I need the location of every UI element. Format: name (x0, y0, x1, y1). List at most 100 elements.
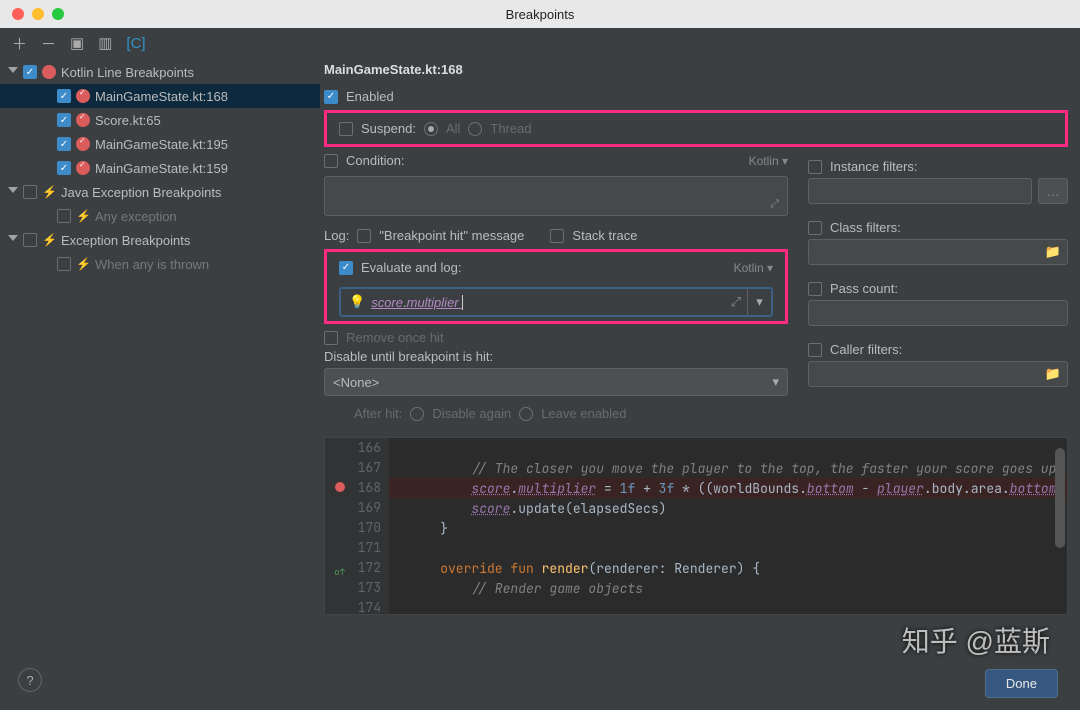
group-by-file-button[interactable]: ▣ (70, 34, 84, 52)
breakpoint-detail-panel: MainGameState.kt:168 Enabled Suspend: Al… (320, 58, 1080, 650)
toolbar: ＋ － ▣ ▥ [C] (0, 28, 1080, 58)
pass-count-input[interactable] (808, 300, 1068, 326)
evaluate-language[interactable]: Kotlin ▾ (734, 261, 773, 275)
log-stack-checkbox[interactable] (550, 229, 564, 243)
verified-breakpoint-icon (76, 89, 90, 103)
folder-icon[interactable]: 📁 (1045, 244, 1061, 260)
item-checkbox[interactable] (57, 257, 71, 271)
evaluate-expression-input[interactable]: 💡 score.multiplier ⤢ ▾ (339, 287, 773, 317)
panel-title: MainGameState.kt:168 (324, 58, 1068, 85)
folder-icon[interactable]: 📁 (1045, 366, 1061, 382)
close-window-button[interactable] (12, 8, 24, 20)
suspend-all-radio[interactable] (424, 122, 438, 136)
exception-icon: ⚡ (42, 233, 56, 247)
condition-checkbox[interactable] (324, 154, 338, 168)
group-checkbox[interactable] (23, 185, 37, 199)
group-checkbox[interactable] (23, 65, 37, 79)
tree-item-main-195[interactable]: MainGameState.kt:195 (0, 132, 320, 156)
evaluate-highlight: Evaluate and log: Kotlin ▾ 💡 score.multi… (324, 249, 788, 324)
item-checkbox[interactable] (57, 161, 71, 175)
group-label: Exception Breakpoints (61, 233, 190, 248)
tree-item-any-exception[interactable]: ⚡ Any exception (0, 204, 320, 228)
log-bp-hit-label: "Breakpoint hit" message (379, 228, 524, 243)
tree-item-score-65[interactable]: Score.kt:65 (0, 108, 320, 132)
evaluate-checkbox[interactable] (339, 261, 353, 275)
verified-breakpoint-icon (76, 113, 90, 127)
enabled-checkbox[interactable] (324, 90, 338, 104)
item-checkbox[interactable] (57, 113, 71, 127)
condition-input[interactable]: ⤢ (324, 176, 788, 216)
bulb-icon[interactable]: 💡 (349, 294, 365, 310)
tree-group-kotlin[interactable]: Kotlin Line Breakpoints (0, 60, 320, 84)
item-label: Score.kt:65 (95, 113, 161, 128)
item-label: Any exception (95, 209, 177, 224)
view-options-button[interactable]: [C] (126, 35, 145, 52)
suspend-all-label: All (446, 121, 460, 136)
suspend-thread-label: Thread (490, 121, 531, 136)
after-hit-leave-radio[interactable] (519, 407, 533, 421)
scrollbar[interactable] (1055, 448, 1065, 548)
item-checkbox[interactable] (57, 89, 71, 103)
breakpoint-icon (42, 65, 56, 79)
expand-arrow-icon (8, 235, 18, 245)
help-button[interactable]: ? (18, 668, 42, 692)
tree-item-main-159[interactable]: MainGameState.kt:159 (0, 156, 320, 180)
item-checkbox[interactable] (57, 137, 71, 151)
instance-filters-browse[interactable]: … (1038, 178, 1068, 204)
suspend-checkbox[interactable] (339, 122, 353, 136)
evaluate-label: Evaluate and log: (361, 260, 461, 275)
minimize-window-button[interactable] (32, 8, 44, 20)
history-dropdown-button[interactable]: ▾ (747, 289, 771, 315)
item-label: When any is thrown (95, 257, 209, 272)
expand-arrow-icon (8, 187, 18, 197)
group-label: Java Exception Breakpoints (61, 185, 221, 200)
add-breakpoint-button[interactable]: ＋ (12, 33, 27, 54)
breakpoint-tree: Kotlin Line Breakpoints MainGameState.kt… (0, 58, 320, 650)
remove-once-hit-checkbox[interactable] (324, 331, 338, 345)
disable-until-select[interactable]: <None> (324, 368, 788, 396)
group-by-class-button[interactable]: ▥ (98, 34, 112, 52)
condition-label: Condition: (346, 153, 405, 168)
condition-language[interactable]: Kotlin ▾ (749, 154, 788, 168)
group-label: Kotlin Line Breakpoints (61, 65, 194, 80)
tree-group-exception[interactable]: ⚡ Exception Breakpoints (0, 228, 320, 252)
after-hit-disable-radio[interactable] (410, 407, 424, 421)
enabled-label: Enabled (346, 89, 394, 104)
suspend-thread-radio[interactable] (468, 122, 482, 136)
remove-once-hit-label: Remove once hit (346, 330, 444, 345)
exception-icon: ⚡ (42, 185, 56, 199)
tree-item-main-168[interactable]: MainGameState.kt:168 (0, 84, 320, 108)
code-preview[interactable]: 166167 // The closer you move the player… (324, 437, 1068, 615)
instance-filters-input[interactable] (808, 178, 1032, 204)
exception-icon: ⚡ (76, 209, 90, 223)
suspend-label: Suspend: (361, 121, 416, 136)
verified-breakpoint-icon (76, 161, 90, 175)
log-stack-label: Stack trace (572, 228, 637, 243)
expand-arrow-icon (8, 67, 18, 77)
pass-count-checkbox[interactable] (808, 282, 822, 296)
caller-filters-checkbox[interactable] (808, 343, 822, 357)
window-title: Breakpoints (506, 7, 575, 22)
caller-filters-input[interactable]: 📁 (808, 361, 1068, 387)
remove-breakpoint-button[interactable]: － (41, 33, 56, 54)
item-label: MainGameState.kt:159 (95, 161, 228, 176)
expand-icon[interactable]: ⤢ (731, 294, 741, 310)
class-filters-input[interactable]: 📁 (808, 239, 1068, 265)
group-checkbox[interactable] (23, 233, 37, 247)
log-label: Log: (324, 228, 349, 243)
item-label: MainGameState.kt:195 (95, 137, 228, 152)
log-bp-hit-checkbox[interactable] (357, 229, 371, 243)
item-label: MainGameState.kt:168 (95, 89, 228, 104)
item-checkbox[interactable] (57, 209, 71, 223)
done-button[interactable]: Done (985, 669, 1058, 698)
tree-item-when-any-thrown[interactable]: ⚡ When any is thrown (0, 252, 320, 276)
titlebar: Breakpoints (0, 0, 1080, 28)
class-filters-checkbox[interactable] (808, 221, 822, 235)
instance-filters-checkbox[interactable] (808, 160, 822, 174)
suspend-highlight: Suspend: All Thread (324, 110, 1068, 147)
expand-icon[interactable]: ⤢ (770, 198, 779, 211)
after-hit-label: After hit: (354, 406, 402, 421)
maximize-window-button[interactable] (52, 8, 64, 20)
verified-breakpoint-icon (76, 137, 90, 151)
tree-group-java-exception[interactable]: ⚡ Java Exception Breakpoints (0, 180, 320, 204)
